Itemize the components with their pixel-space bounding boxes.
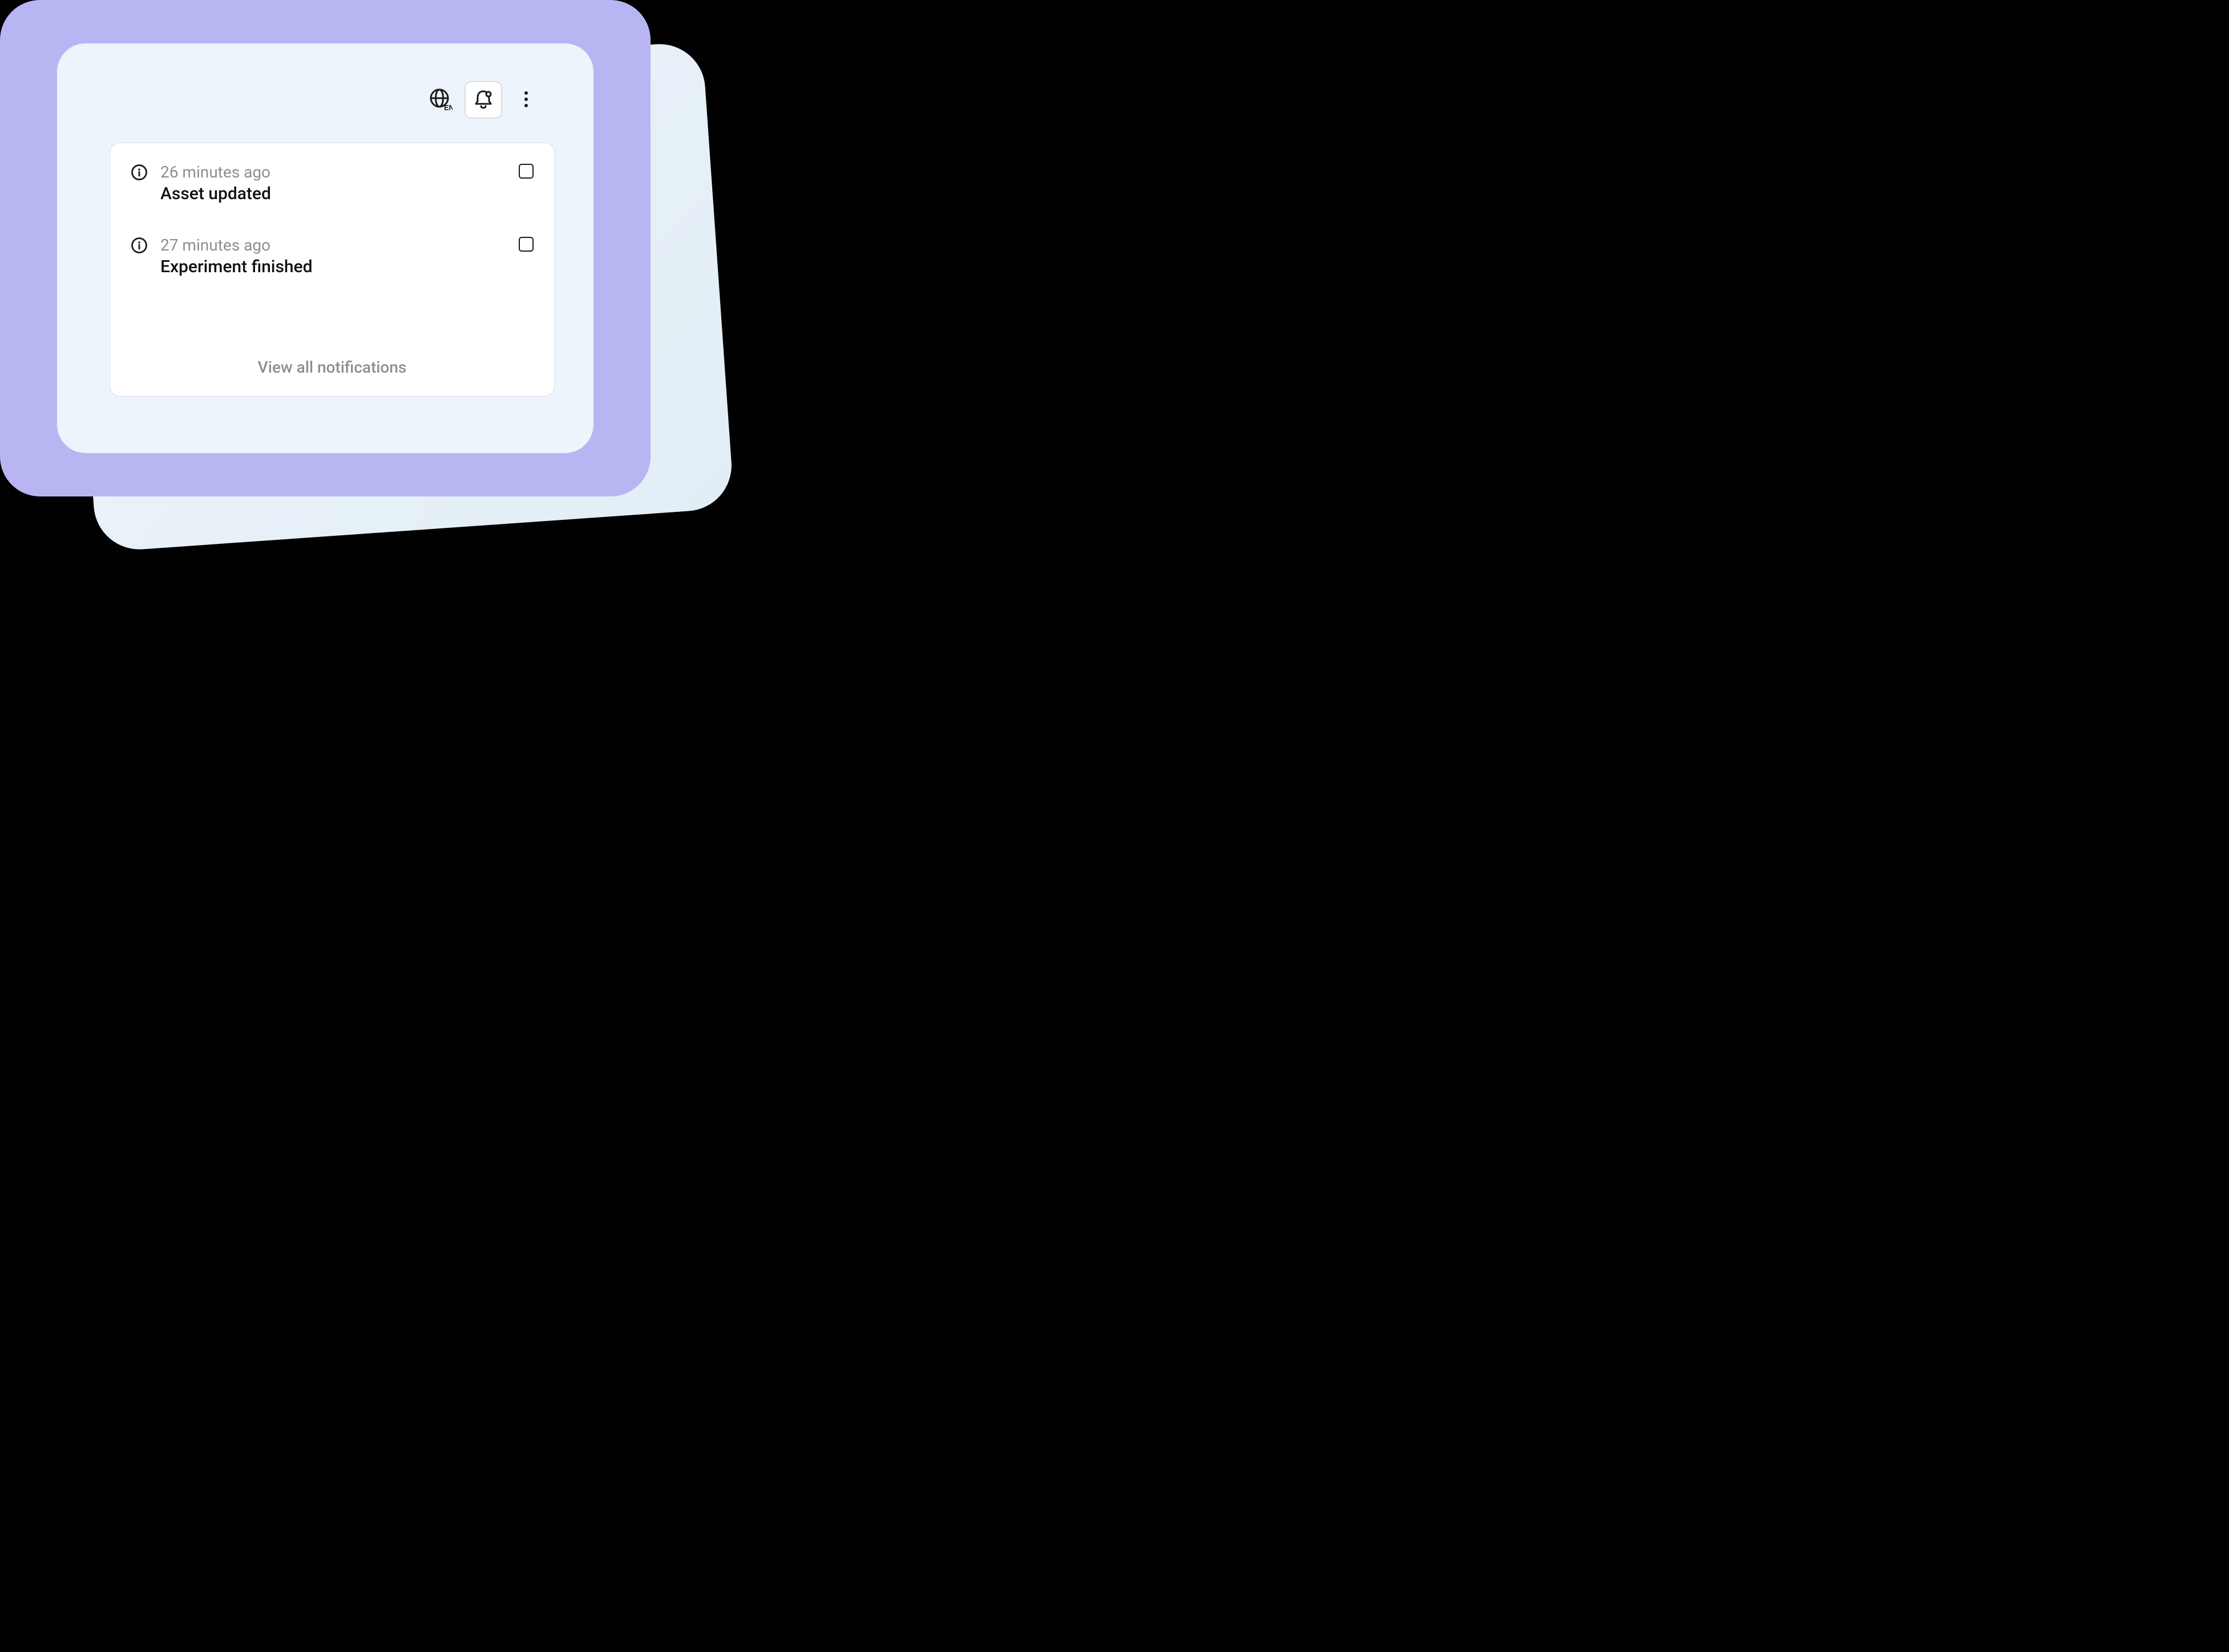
info-icon	[131, 164, 148, 183]
notification-checkbox[interactable]	[519, 164, 534, 179]
notification-time: 27 minutes ago	[160, 236, 506, 255]
notifications-panel: 26 minutes ago Asset updated 27 minutes …	[110, 143, 555, 397]
bell-icon	[473, 88, 494, 112]
more-menu-button[interactable]	[512, 86, 540, 114]
notification-time: 26 minutes ago	[160, 163, 506, 181]
more-vertical-icon	[518, 89, 535, 111]
outer-card: EN	[0, 0, 651, 496]
language-code: EN	[444, 103, 453, 111]
inner-card: EN	[57, 43, 593, 453]
notification-title: Experiment finished	[160, 257, 506, 277]
notification-item[interactable]: 27 minutes ago Experiment finished	[131, 236, 534, 309]
notification-content: 26 minutes ago Asset updated	[160, 163, 506, 204]
language-button[interactable]: EN	[427, 86, 454, 114]
notification-title: Asset updated	[160, 184, 506, 204]
notification-checkbox[interactable]	[519, 237, 534, 252]
notifications-button[interactable]	[465, 81, 502, 119]
info-icon	[131, 237, 148, 256]
view-all-notifications-link[interactable]: View all notifications	[258, 358, 407, 377]
notification-item[interactable]: 26 minutes ago Asset updated	[131, 163, 534, 236]
notification-content: 27 minutes ago Experiment finished	[160, 236, 506, 277]
toolbar: EN	[427, 81, 540, 119]
globe-icon: EN	[429, 87, 453, 113]
notifications-footer: View all notifications	[131, 358, 534, 396]
